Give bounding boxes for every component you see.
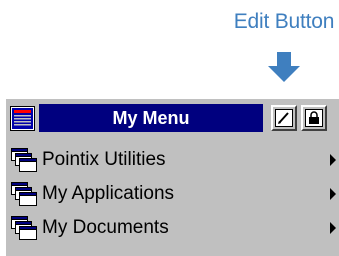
lock-button[interactable] <box>301 105 327 131</box>
menu-title: My Menu <box>39 104 263 132</box>
menu-item-pointix-utilities[interactable]: Pointix Utilities <box>10 144 339 175</box>
callout-label: Edit Button <box>233 10 335 33</box>
menu-item-label: My Documents <box>42 216 169 238</box>
edit-button[interactable] <box>271 105 297 131</box>
submenu-arrow-icon <box>330 221 336 234</box>
menu-item-my-applications[interactable]: My Applications <box>10 178 339 209</box>
folder-window-icon <box>11 215 37 240</box>
pencil-icon <box>275 109 293 127</box>
edit-button-callout: Edit Button <box>230 10 338 82</box>
menu-titlebar: My Menu <box>10 103 339 133</box>
submenu-arrow-icon <box>330 187 336 200</box>
menu-items: Pointix Utilities My Applications My Doc… <box>10 144 339 246</box>
menu-item-my-documents[interactable]: My Documents <box>10 212 339 243</box>
folder-window-icon <box>11 147 37 172</box>
menu-item-label: My Applications <box>42 182 175 204</box>
my-menu: My Menu Pointix Utilities My Application… <box>4 97 339 256</box>
lock-icon <box>305 109 323 127</box>
folder-window-icon <box>11 181 37 206</box>
down-arrow-icon <box>268 52 300 82</box>
menu-item-label: Pointix Utilities <box>42 148 166 170</box>
submenu-arrow-icon <box>330 153 336 166</box>
menu-grid-icon <box>10 105 35 131</box>
